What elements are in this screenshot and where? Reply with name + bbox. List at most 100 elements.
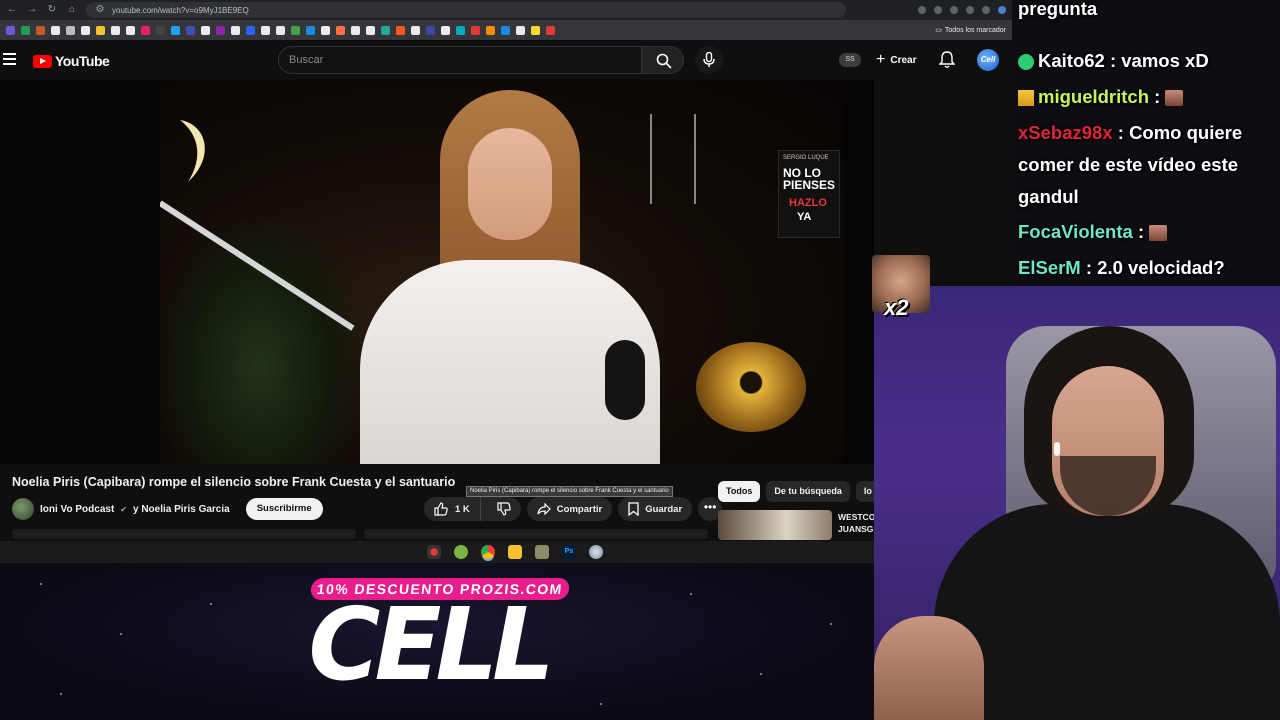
save-button[interactable]: Guardar (618, 497, 693, 521)
bookmark-icon[interactable] (246, 25, 255, 35)
reload-icon[interactable]: ↻ (46, 4, 58, 16)
voice-search-button[interactable] (695, 46, 723, 74)
bookmark-icon[interactable] (51, 25, 60, 35)
video-frame: SERGIO LUQUE NO LO PIENSES HAZLO YA (160, 80, 844, 464)
chat-username: ElSerM (1018, 257, 1081, 278)
bookmark-icon[interactable] (6, 25, 15, 35)
bookmark-icon[interactable] (531, 25, 540, 35)
bookmark-icon[interactable] (156, 25, 165, 35)
bookmark-icon[interactable] (171, 25, 180, 35)
subscribe-button[interactable]: Suscribirme (245, 498, 323, 520)
bookmark-icon[interactable] (81, 25, 90, 35)
zoom-icon[interactable] (918, 6, 926, 14)
bookmark-icon[interactable] (471, 25, 480, 35)
bookmark-icon[interactable] (216, 25, 225, 35)
gold-lamp (696, 342, 806, 432)
like-button[interactable]: 1 K (424, 497, 481, 521)
bookmark-icon[interactable] (486, 25, 495, 35)
youtube-logo[interactable]: YouTube (33, 53, 110, 69)
streamer-arm (874, 616, 984, 720)
bookmark-icon[interactable] (276, 25, 285, 35)
chat-text: gandul (1018, 186, 1079, 207)
app-icon[interactable] (427, 545, 441, 559)
bookmark-icon[interactable] (441, 25, 450, 35)
bookmark-icon[interactable] (321, 25, 330, 35)
bookmark-icon[interactable] (501, 25, 510, 35)
youtube-header: YouTube Buscar SS + Crear Cell (0, 40, 1012, 80)
bookmark-icon[interactable] (381, 25, 390, 35)
menu-icon[interactable] (3, 53, 16, 65)
book-title-line: YA (797, 211, 812, 223)
app-icon[interactable] (535, 545, 549, 559)
bookmark-icon[interactable] (456, 25, 465, 35)
cell-logo: CELL (308, 586, 554, 703)
bookmark-icon[interactable] (291, 25, 300, 35)
channel-avatar[interactable] (12, 498, 34, 520)
account-avatar[interactable]: Cell (977, 49, 999, 71)
extension-icon[interactable] (966, 6, 974, 14)
bookmark-icon[interactable] (96, 25, 105, 35)
youtube-wordmark: YouTube (55, 53, 110, 69)
chat-message: xSebaz98x : Como quiere (1018, 122, 1242, 144)
chat-username: Kaito62 (1038, 50, 1105, 71)
chrome-icon[interactable] (481, 545, 495, 559)
description-box[interactable] (12, 529, 356, 539)
bookmark-icon[interactable] (336, 25, 345, 35)
bookmark-icon[interactable] (231, 25, 240, 35)
chat-text: : (1154, 86, 1161, 107)
bookmark-icon[interactable] (141, 25, 150, 35)
like-count: 1 K (455, 503, 470, 515)
bookmark-icon[interactable] (411, 25, 420, 35)
puzzle-icon[interactable] (982, 6, 990, 14)
all-bookmarks-label: Todos los marcador (944, 26, 1006, 34)
bookmark-icon[interactable] (126, 25, 135, 35)
bookmark-icon[interactable] (36, 25, 45, 35)
bookmark-icon[interactable] (426, 25, 435, 35)
share-label: Compartir (556, 503, 603, 515)
recommended-video-title[interactable]: WESTCO JUANSG (838, 511, 874, 535)
recommended-video-thumbnail[interactable] (718, 510, 832, 540)
bookmark-icon[interactable] (201, 25, 210, 35)
bookmark-icon[interactable] (306, 25, 315, 35)
photoshop-icon[interactable]: Ps (562, 545, 576, 559)
thumbs-down-icon (497, 502, 511, 516)
search-button[interactable] (642, 46, 684, 74)
bookmark-icon[interactable] (261, 25, 270, 35)
comments-box[interactable] (364, 529, 708, 539)
bookmark-icon[interactable] (366, 25, 375, 35)
app-icon[interactable] (454, 545, 468, 559)
share-icon (537, 503, 551, 515)
bookmark-icon[interactable] (66, 25, 75, 35)
search-input[interactable]: Buscar (278, 46, 642, 74)
site-info-icon[interactable]: ⚙ (94, 4, 106, 16)
share-button[interactable]: Compartir (526, 497, 613, 521)
profile-icon[interactable] (998, 6, 1006, 14)
bookmark-star-icon[interactable] (950, 6, 958, 14)
app-icon[interactable] (589, 545, 603, 559)
bookmark-icon[interactable] (546, 25, 555, 35)
notifications-bell-icon[interactable] (939, 51, 955, 69)
bookmark-icon[interactable] (351, 25, 360, 35)
ss-extension-badge[interactable]: SS (839, 53, 861, 67)
microphone-icon (703, 52, 715, 67)
dislike-button[interactable] (487, 497, 521, 521)
all-bookmarks[interactable]: ▭ Todos los marcador (935, 26, 1006, 35)
collab-channel-name[interactable]: y Noelia Piris Garcia (133, 504, 230, 515)
home-icon[interactable]: ⌂ (66, 4, 78, 16)
bookmark-icon[interactable] (21, 25, 30, 35)
channel-name[interactable]: Ioni Vo Podcast (40, 504, 114, 515)
bookmark-icon[interactable] (516, 25, 525, 35)
folder-icon: ▭ (935, 27, 942, 34)
chip-from-search[interactable]: De tu búsqueda (766, 481, 850, 502)
bookmark-icon[interactable] (111, 25, 120, 35)
video-player[interactable]: SERGIO LUQUE NO LO PIENSES HAZLO YA (0, 80, 874, 464)
forward-icon[interactable]: → (26, 4, 38, 16)
create-button[interactable]: + Crear (870, 50, 922, 70)
file-explorer-icon[interactable] (508, 545, 522, 559)
bookmark-icon[interactable] (396, 25, 405, 35)
extension-icon[interactable] (934, 6, 942, 14)
chip-all[interactable]: Todos (718, 481, 761, 502)
bookmark-icon[interactable] (186, 25, 195, 35)
back-icon[interactable]: ← (6, 4, 18, 16)
address-bar[interactable]: ⚙ youtube.com/watch?v=o9MyJ1BE9EQ (86, 2, 846, 18)
